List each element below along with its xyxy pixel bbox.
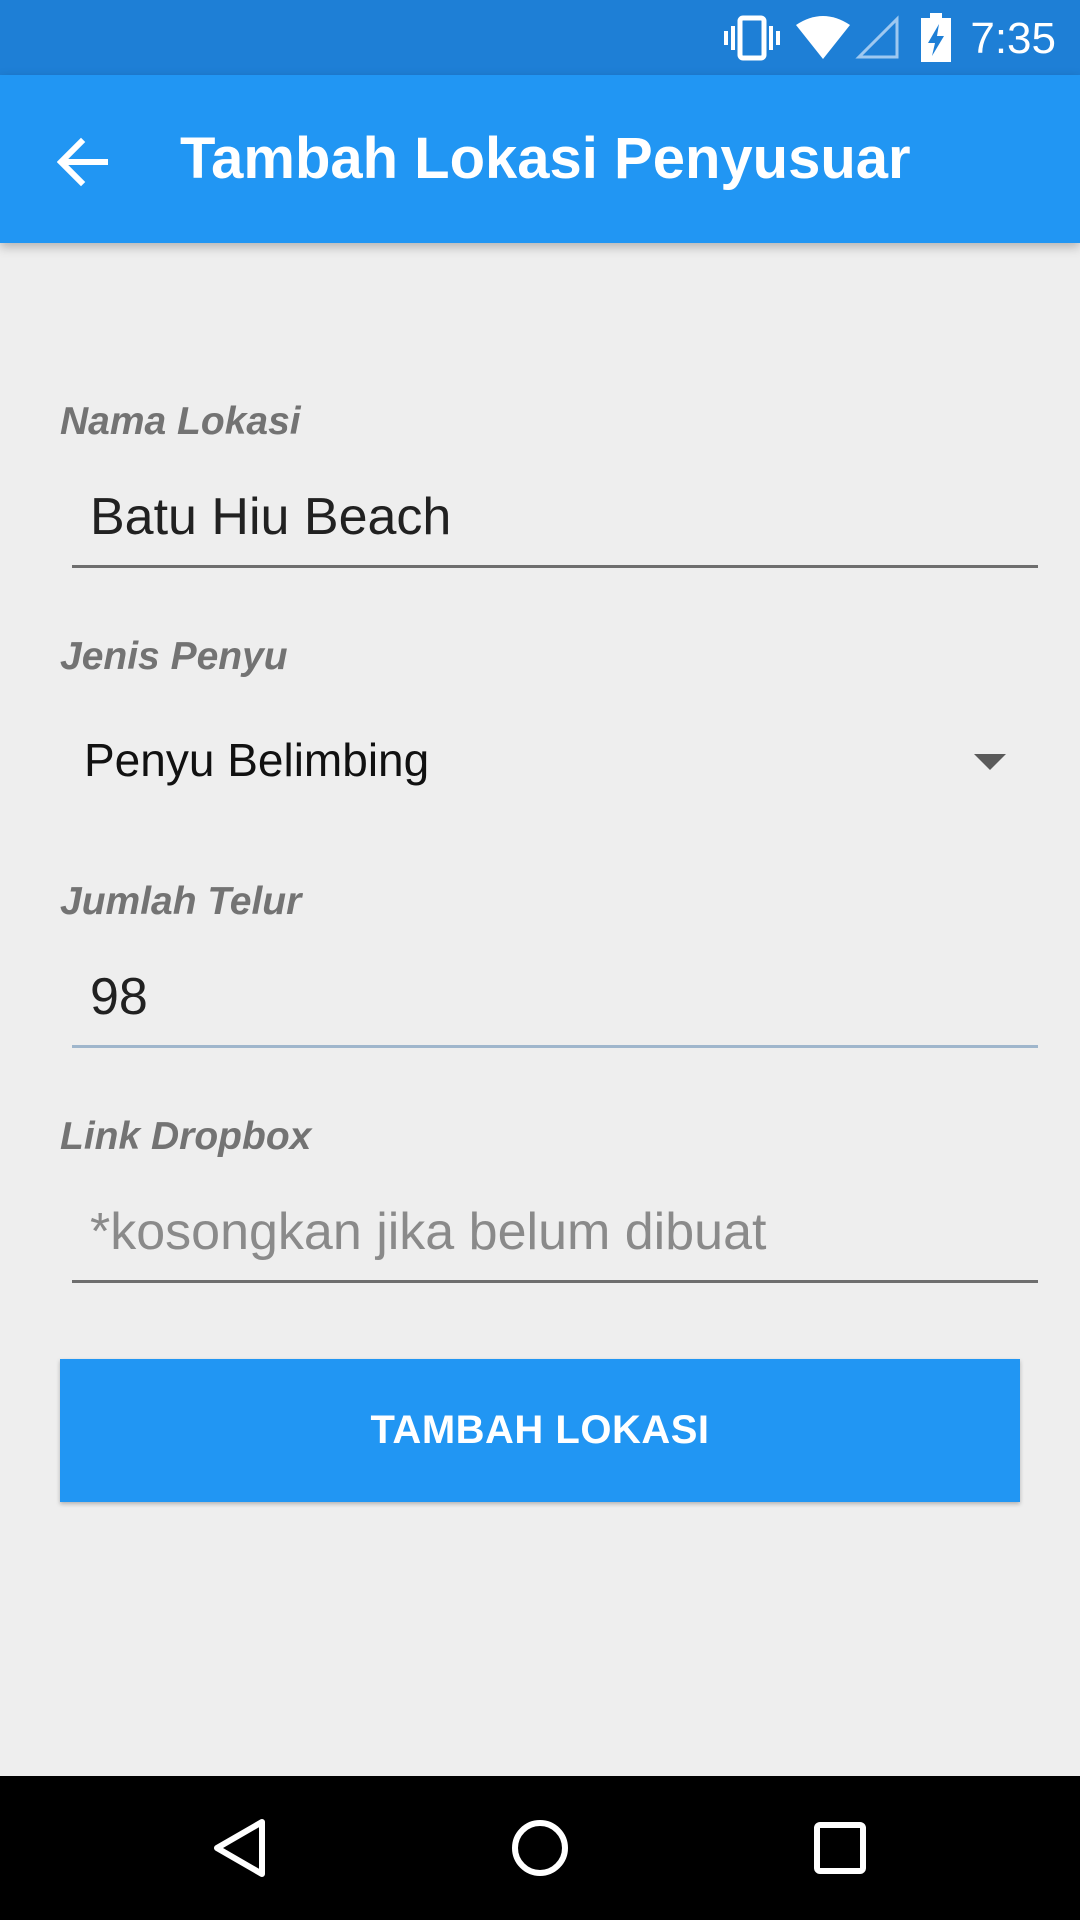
nav-home-button[interactable] bbox=[468, 1776, 612, 1920]
jenis-penyu-selected: Penyu Belimbing bbox=[84, 734, 430, 786]
link-dropbox-input[interactable] bbox=[72, 1183, 1038, 1283]
page-title: Tambah Lokasi Penyusuar bbox=[180, 126, 911, 191]
home-circle-icon bbox=[512, 1820, 568, 1876]
nama-lokasi-label: Nama Lokasi bbox=[60, 400, 301, 443]
status-time: 7:35 bbox=[970, 14, 1056, 63]
arrow-back-icon bbox=[57, 137, 108, 187]
nav-recents-button[interactable] bbox=[768, 1776, 912, 1920]
nama-lokasi-input[interactable] bbox=[72, 468, 1038, 568]
jenis-penyu-label: Jenis Penyu bbox=[60, 635, 288, 678]
wifi-icon bbox=[795, 0, 851, 75]
nav-back-button[interactable] bbox=[168, 1776, 312, 1920]
link-dropbox-label: Link Dropbox bbox=[60, 1115, 312, 1158]
tambah-lokasi-button[interactable]: TAMBAH LOKASI bbox=[60, 1359, 1020, 1502]
jumlah-telur-input[interactable] bbox=[72, 948, 1038, 1048]
jenis-penyu-dropdown[interactable]: Penyu Belimbing bbox=[72, 710, 1038, 810]
back-button[interactable] bbox=[40, 119, 126, 205]
screen: 7:35 Tambah Lokasi Penyusuar Nama Lokasi… bbox=[0, 0, 1080, 1920]
back-triangle-icon bbox=[214, 1819, 265, 1877]
jumlah-telur-label: Jumlah Telur bbox=[60, 880, 302, 923]
status-bar: 7:35 bbox=[0, 0, 1080, 75]
cell-signal-icon bbox=[855, 0, 899, 75]
battery-charging-icon bbox=[920, 0, 952, 75]
recents-square-icon bbox=[814, 1822, 866, 1874]
dropdown-arrow-icon bbox=[974, 754, 1006, 770]
vibrate-icon bbox=[723, 0, 781, 75]
app-bar: Tambah Lokasi Penyusuar bbox=[0, 75, 1080, 243]
nav-bar bbox=[0, 1776, 1080, 1920]
